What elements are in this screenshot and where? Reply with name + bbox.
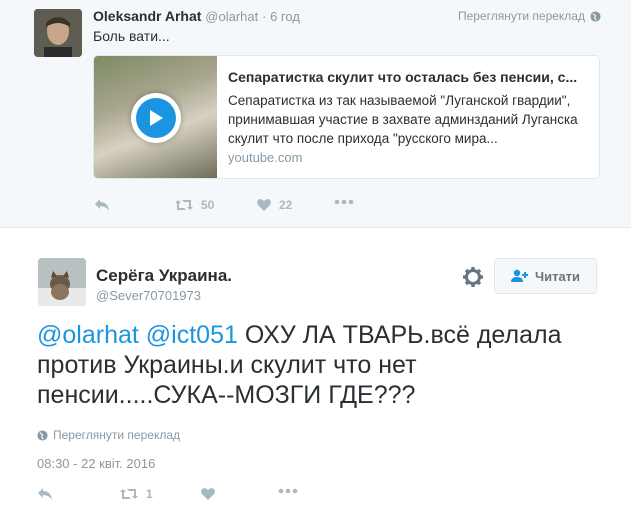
retweet-count: 1 (146, 487, 153, 501)
retweet-button[interactable]: 1 (119, 487, 153, 501)
more-button[interactable] (334, 199, 354, 205)
reply-button[interactable] (94, 198, 110, 212)
card-domain: youtube.com (228, 150, 303, 165)
retweet-icon (175, 200, 193, 210)
author-line: Oleksandr Arhat @olarhat · 6 год (93, 8, 300, 24)
more-icon (278, 488, 298, 494)
retweet-icon (120, 489, 138, 499)
mention-link[interactable]: @olarhat (37, 321, 139, 349)
retweet-count: 50 (201, 198, 215, 212)
translate-label: Переглянути переклад (53, 428, 181, 442)
heart-icon (201, 488, 215, 500)
tweet-time[interactable]: · 6 год (262, 9, 300, 24)
author-handle[interactable]: @olarhat (205, 9, 258, 24)
main-tweet-text: @olarhat @ict051 ОХУ ЛА ТВАРЬ.всё делала… (37, 320, 597, 410)
card-description: Сепаратистка из так называемой "Луганско… (228, 93, 578, 146)
more-button[interactable] (278, 488, 298, 494)
mention-link[interactable]: @ict051 (146, 321, 238, 349)
reply-icon (95, 199, 109, 211)
more-icon (334, 199, 354, 205)
retweet-button[interactable]: 50 (174, 198, 214, 212)
translate-label: Переглянути переклад (457, 9, 585, 23)
like-count: 22 (279, 198, 293, 212)
media-card[interactable]: Сепаратистка скулит что осталась без пен… (93, 55, 600, 179)
reply-icon (38, 488, 52, 500)
like-button[interactable] (200, 487, 216, 501)
follow-button[interactable]: Читати (494, 258, 597, 294)
tweet-date[interactable]: 08:30 - 22 квіт. 2016 (37, 456, 155, 471)
main-author-avatar[interactable] (38, 258, 86, 306)
card-title[interactable]: Сепаратистка скулит что осталась без пен… (228, 69, 593, 85)
reply-button[interactable] (37, 487, 53, 501)
globe-icon (590, 10, 601, 22)
author-avatar[interactable] (34, 9, 82, 57)
add-user-icon (510, 269, 528, 282)
play-icon[interactable] (131, 93, 181, 143)
follow-label: Читати (534, 268, 581, 284)
quoted-tweet[interactable]: Oleksandr Arhat @olarhat · 6 год Перегля… (0, 0, 631, 228)
tweet-text: Боль вати... (93, 28, 170, 44)
video-thumbnail[interactable] (94, 56, 217, 178)
translate-link-main[interactable]: Переглянути переклад (37, 428, 180, 442)
main-author-handle[interactable]: @Sever70701973 (96, 288, 201, 303)
like-button[interactable]: 22 (256, 198, 292, 212)
main-author-name[interactable]: Серёга Украина. (96, 266, 232, 286)
translate-link[interactable]: Переглянути переклад (458, 9, 601, 23)
globe-icon (37, 429, 48, 441)
gear-icon[interactable] (462, 266, 484, 288)
heart-icon (257, 199, 271, 211)
author-name[interactable]: Oleksandr Arhat (93, 8, 201, 24)
